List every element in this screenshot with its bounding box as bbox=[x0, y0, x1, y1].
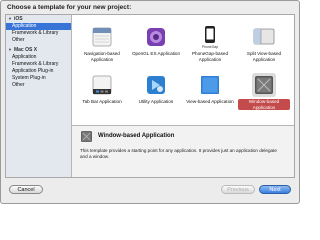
template-label: Utility Application bbox=[138, 99, 174, 104]
tabbar-app-icon bbox=[92, 75, 112, 95]
disclosure-triangle-icon[interactable]: ▼ bbox=[8, 15, 12, 23]
sidebar-item-mac-framework-library[interactable]: Framework & Library bbox=[6, 61, 71, 68]
sidebar-group-label: Mac OS X bbox=[13, 47, 38, 53]
disclosure-triangle-icon[interactable]: ▼ bbox=[8, 46, 12, 54]
template-label: Window-based Application bbox=[238, 99, 290, 110]
viewbased-app-icon bbox=[201, 76, 219, 94]
template-label: View-based Application bbox=[186, 99, 234, 104]
sidebar-item-ios-other[interactable]: Other bbox=[6, 37, 71, 44]
cancel-button[interactable]: Cancel bbox=[9, 185, 43, 194]
navigation-app-icon bbox=[92, 27, 112, 47]
opengl-app-icon bbox=[147, 28, 165, 46]
template-opengl-es[interactable]: OpenGL ES Application bbox=[130, 21, 182, 65]
template-window-based[interactable]: Window-based Application bbox=[238, 69, 290, 113]
sidebar-group-label: iOS bbox=[13, 16, 23, 22]
template-label: Split View-based Application bbox=[246, 51, 282, 62]
template-label: Navigation-based Application bbox=[84, 51, 120, 62]
next-button[interactable]: Next bbox=[259, 185, 291, 194]
template-tab-bar[interactable]: Tab Bar Application bbox=[76, 69, 128, 113]
template-view-based[interactable]: View-based Application bbox=[184, 69, 236, 113]
sidebar-group-ios[interactable]: ▼ iOS bbox=[6, 15, 71, 23]
previous-button[interactable]: Previous bbox=[221, 185, 255, 194]
template-phonegap-based[interactable]: PhoneGap PhoneGap-based Application bbox=[184, 21, 236, 65]
dialog-title: Choose a template for your new project: bbox=[7, 4, 132, 11]
template-label: OpenGL ES Application bbox=[131, 51, 181, 56]
template-utility[interactable]: Utility Application bbox=[130, 69, 182, 113]
template-label: PhoneGap-based Application bbox=[191, 51, 228, 62]
sidebar-group-macosx[interactable]: ▼ Mac OS X bbox=[6, 46, 71, 54]
new-project-dialog: Choose a template for your new project: … bbox=[0, 0, 300, 204]
description-title: Window-based Application bbox=[98, 133, 175, 139]
windowbased-app-icon bbox=[252, 73, 276, 97]
template-grid: Navigation-based Application OpenGL ES A… bbox=[72, 15, 294, 125]
phonegap-caption: PhoneGap bbox=[202, 45, 218, 49]
sidebar-item-mac-other[interactable]: Other bbox=[6, 82, 71, 89]
phonegap-app-icon: PhoneGap bbox=[202, 26, 218, 49]
template-label: Tab Bar Application bbox=[82, 99, 122, 104]
template-description: Window-based Application This template p… bbox=[72, 125, 294, 177]
sidebar-item-mac-application[interactable]: Application bbox=[6, 54, 71, 61]
sidebar-item-ios-framework-library[interactable]: Framework & Library bbox=[6, 30, 71, 37]
template-sidebar: ▼ iOS Application Framework & Library Ot… bbox=[6, 15, 72, 177]
template-navigation-based[interactable]: Navigation-based Application bbox=[76, 21, 128, 65]
sidebar-item-ios-application[interactable]: Application bbox=[6, 23, 71, 30]
description-body: This template provides a starting point … bbox=[80, 148, 277, 159]
template-panel: ▼ iOS Application Framework & Library Ot… bbox=[5, 14, 295, 178]
template-split-view-based[interactable]: Split View-based Application bbox=[238, 21, 290, 65]
sidebar-item-mac-application-plugin[interactable]: Application Plug-in bbox=[6, 68, 71, 75]
splitview-app-icon bbox=[253, 28, 275, 45]
windowbased-app-icon bbox=[81, 131, 92, 142]
sidebar-item-mac-system-plugin[interactable]: System Plug-in bbox=[6, 75, 71, 82]
utility-app-icon bbox=[147, 76, 165, 94]
